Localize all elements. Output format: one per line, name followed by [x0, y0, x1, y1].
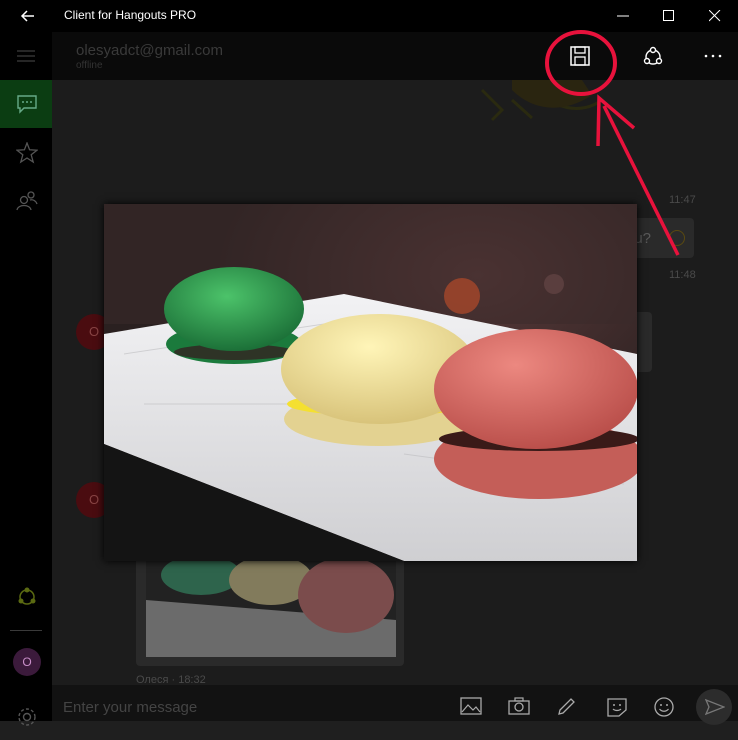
close-button[interactable]: [692, 0, 738, 32]
sidebar-item-favorites[interactable]: [0, 128, 52, 176]
back-arrow-icon[interactable]: [18, 6, 38, 26]
image-icon: [460, 697, 482, 715]
sticker-icon: [607, 698, 627, 717]
minimize-icon: [617, 15, 629, 17]
sidebar-item-conversations[interactable]: [0, 80, 52, 128]
sidebar-item-hangouts[interactable]: [0, 572, 52, 620]
sidebar: O: [0, 32, 52, 726]
contact-status: offline: [76, 60, 103, 71]
minimize-button[interactable]: [600, 0, 646, 32]
window-title: Client for Hangouts PRO: [64, 8, 197, 22]
message-timestamp: 11:47: [669, 194, 696, 206]
close-icon: [709, 10, 721, 22]
more-options-button[interactable]: [695, 40, 731, 72]
sidebar-divider: [10, 630, 42, 631]
hangouts-icon: [18, 587, 36, 605]
emoji-button[interactable]: [653, 697, 679, 719]
emoji-icon: [654, 697, 674, 717]
emoji-icon: [669, 230, 685, 246]
sticker-button[interactable]: [606, 697, 632, 719]
sticker-image: [480, 80, 603, 122]
share-icon: [643, 46, 663, 65]
sidebar-item-settings[interactable]: [0, 692, 52, 740]
conversation-header: olesyadct@gmail.com offline: [52, 32, 738, 80]
more-icon: [704, 54, 722, 58]
hamburger-icon: [17, 50, 35, 62]
image-preview[interactable]: [104, 204, 637, 561]
sidebar-item-menu[interactable]: [0, 32, 52, 80]
maximize-button[interactable]: [646, 0, 692, 32]
save-image-button[interactable]: [562, 40, 598, 72]
title-bar: Client for Hangouts PRO: [0, 0, 738, 32]
message-composer: Enter your message: [52, 685, 738, 725]
maximize-icon: [663, 10, 674, 21]
star-icon: [16, 142, 38, 164]
chat-icon: [17, 95, 37, 114]
attach-image-button[interactable]: [460, 697, 486, 719]
camera-icon: [508, 697, 530, 715]
send-button[interactable]: [696, 689, 732, 725]
avatar[interactable]: O: [13, 648, 41, 676]
contact-email: olesyadct@gmail.com: [76, 42, 223, 59]
save-icon: [570, 46, 590, 66]
send-icon: [705, 698, 725, 716]
message-input[interactable]: Enter your message: [63, 699, 197, 716]
draw-button[interactable]: [556, 697, 582, 719]
share-button[interactable]: [635, 40, 671, 72]
sidebar-item-contacts[interactable]: [0, 176, 52, 224]
message-timestamp: 11:48: [669, 269, 696, 281]
pen-icon: [558, 698, 575, 715]
contacts-icon: [16, 191, 38, 211]
gear-icon: [18, 708, 36, 726]
image-thumbnail[interactable]: [146, 560, 396, 657]
camera-button[interactable]: [508, 697, 534, 719]
